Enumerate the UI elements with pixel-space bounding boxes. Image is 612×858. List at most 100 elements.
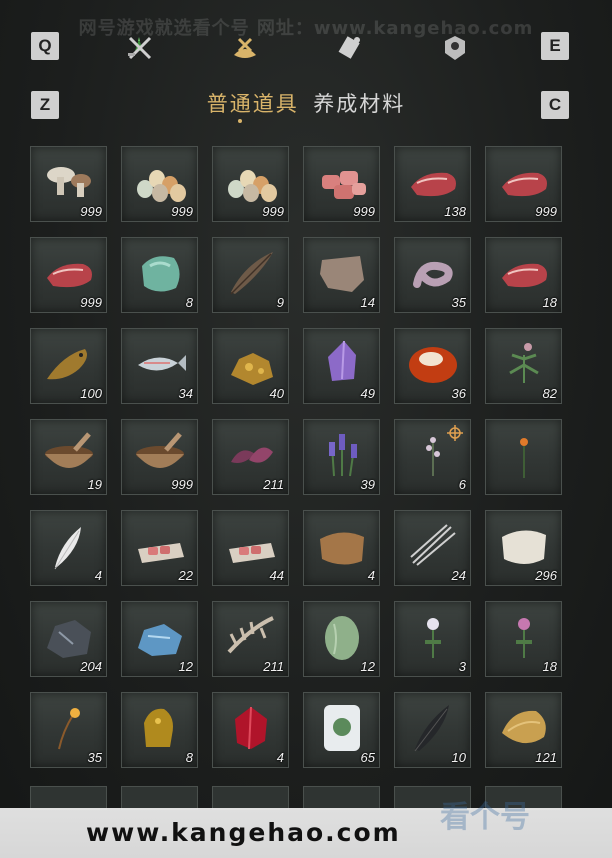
inventory-slot[interactable]: 14 <box>303 237 380 313</box>
inventory-slot[interactable]: 35 <box>30 692 107 768</box>
inventory-slot[interactable] <box>212 786 289 810</box>
item-quantity: 36 <box>451 386 466 401</box>
inventory-slot[interactable]: 999 <box>30 146 107 222</box>
gold-ore-icon <box>231 353 273 385</box>
inventory-slot[interactable]: 999 <box>121 146 198 222</box>
inventory-slot[interactable]: 65 <box>303 692 380 768</box>
item-quantity: 999 <box>80 295 102 310</box>
inventory-slot[interactable]: 8 <box>121 237 198 313</box>
item-quantity: 3 <box>458 659 466 674</box>
inventory-slot[interactable]: 22 <box>121 510 198 586</box>
inventory-slot[interactable]: 12 <box>121 601 198 677</box>
raw-steak-icon <box>502 172 547 197</box>
inventory-slot[interactable]: 12 <box>303 601 380 677</box>
item-quantity: 18 <box>542 659 557 674</box>
inventory-slot[interactable]: 40 <box>212 328 289 404</box>
item-quantity: 22 <box>178 568 193 583</box>
inventory-slot[interactable]: 49 <box>303 328 380 404</box>
sliced-meat-icon <box>229 543 275 563</box>
inventory-slot[interactable]: 4 <box>30 510 107 586</box>
inventory-slot[interactable]: 204 <box>30 601 107 677</box>
inventory-slot[interactable]: 211 <box>212 419 289 495</box>
hide-icon <box>320 256 364 292</box>
inventory-slot[interactable]: 18 <box>485 237 562 313</box>
mushroom-icon <box>47 167 91 197</box>
spark-vine-icon <box>58 708 80 750</box>
inventory-slot[interactable]: 24 <box>394 510 471 586</box>
inventory-slot[interactable]: 211 <box>212 601 289 677</box>
item-quantity: 4 <box>276 750 284 765</box>
inventory-slot[interactable]: 35 <box>394 237 471 313</box>
item-quantity: 4 <box>367 568 375 583</box>
item-quantity: 40 <box>269 386 284 401</box>
inventory-slot[interactable]: 18 <box>485 601 562 677</box>
green-jade-icon <box>142 256 180 292</box>
inventory-slot[interactable]: 999 <box>303 146 380 222</box>
target-marker-icon <box>447 425 463 441</box>
item-quantity: 6 <box>458 477 466 492</box>
inventory-slot[interactable]: 999 <box>485 146 562 222</box>
item-quantity: 12 <box>360 659 375 674</box>
badge-icon[interactable] <box>435 28 475 68</box>
inventory-slot[interactable] <box>485 419 562 495</box>
inventory-slot[interactable]: 36 <box>394 328 471 404</box>
inventory-slot[interactable]: 34 <box>121 328 198 404</box>
pink-flower-icon <box>516 618 532 658</box>
inventory-slot[interactable]: 4 <box>212 692 289 768</box>
inventory-slot[interactable]: 999 <box>212 146 289 222</box>
item-quantity: 999 <box>353 204 375 219</box>
item-quantity: 211 <box>263 659 284 674</box>
white-flower-herb-icon <box>509 343 539 383</box>
inventory-slot[interactable]: 4 <box>303 510 380 586</box>
inventory-slot[interactable]: 9 <box>212 237 289 313</box>
inventory-slot[interactable]: 121 <box>485 692 562 768</box>
item-quantity: 999 <box>535 204 557 219</box>
mortar-bowl-icon <box>45 432 93 468</box>
inventory-slot[interactable]: 10 <box>394 692 471 768</box>
inventory-slot[interactable]: 19 <box>30 419 107 495</box>
bundle-icon[interactable] <box>225 28 265 68</box>
sliced-meat-icon <box>138 543 184 563</box>
key-hint-e[interactable]: E <box>541 32 569 60</box>
item-quantity: 121 <box>535 750 557 765</box>
tab-cultivation-materials[interactable]: 养成材料 <box>313 88 405 118</box>
tab-common-items[interactable]: 普通道具 <box>207 88 299 118</box>
active-tab-indicator <box>238 119 242 123</box>
raw-steak-icon <box>47 263 92 288</box>
inventory-slot[interactable] <box>121 786 198 810</box>
inventory-slot[interactable]: 6 <box>394 419 471 495</box>
item-quantity: 35 <box>451 295 466 310</box>
crossed-swords-icon[interactable] <box>120 28 160 68</box>
red-stone-icon <box>409 347 457 383</box>
item-quantity: 14 <box>360 295 375 310</box>
white-fur-icon <box>502 530 546 564</box>
inventory-slot[interactable]: 296 <box>485 510 562 586</box>
item-quantity: 211 <box>263 477 284 492</box>
inventory-slot[interactable]: 3 <box>394 601 471 677</box>
inventory-slot[interactable]: 39 <box>303 419 380 495</box>
inventory-slot[interactable] <box>30 786 107 810</box>
scroll-icon[interactable] <box>330 28 370 68</box>
raw-steak-icon <box>411 172 456 197</box>
item-quantity: 8 <box>185 295 193 310</box>
item-quantity: 204 <box>80 659 102 674</box>
logo-watermark: 看个号 <box>440 800 530 835</box>
mortar-bowl-icon <box>136 432 184 468</box>
inventory-slot[interactable]: 82 <box>485 328 562 404</box>
inventory-slot[interactable] <box>303 786 380 810</box>
inventory-slot[interactable]: 8 <box>121 692 198 768</box>
feather-icon <box>230 252 273 295</box>
inventory-slot[interactable]: 44 <box>212 510 289 586</box>
inventory-grid: 999 999 999 999 138 999 999 8 9 14 35 18 100 34 40 49 36… <box>30 146 570 768</box>
inventory-slot[interactable]: 138 <box>394 146 471 222</box>
quills-icon <box>410 524 456 566</box>
inventory-slot[interactable]: 100 <box>30 328 107 404</box>
inventory-slot[interactable]: 999 <box>30 237 107 313</box>
key-hint-q[interactable]: Q <box>31 32 59 60</box>
gold-shell-icon <box>502 710 546 744</box>
bone-spine-icon <box>227 616 274 654</box>
item-quantity: 999 <box>262 204 284 219</box>
inventory-slot[interactable]: 999 <box>121 419 198 495</box>
item-quantity: 65 <box>360 750 375 765</box>
eggs-icon <box>137 170 186 202</box>
